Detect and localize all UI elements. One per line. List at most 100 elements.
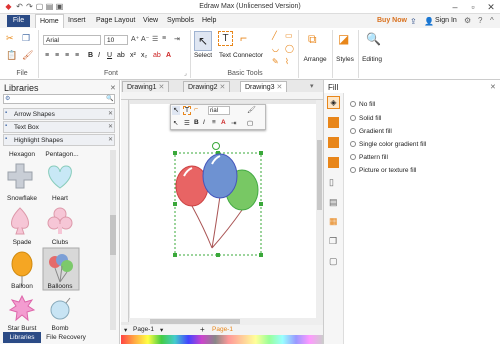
canvas-vertical-scrollbar[interactable] (316, 100, 323, 322)
collapse-ribbon-icon[interactable]: ^ (490, 16, 494, 25)
page-tab-dropdown-icon[interactable]: ▾ (160, 326, 163, 334)
line-tab-icon[interactable] (328, 117, 339, 128)
file-menu[interactable]: File (7, 15, 30, 27)
rectangle-tool-icon[interactable]: ▭ (285, 31, 293, 40)
justify-icon[interactable]: ≡ (75, 52, 79, 59)
pen-tool-icon[interactable]: ✎ (272, 57, 279, 66)
fill-option-no-fill[interactable]: No fill (350, 101, 375, 108)
cut-icon[interactable]: ✂ (6, 33, 14, 44)
arrange-button[interactable]: Arrange (300, 56, 330, 63)
tab-drawing2[interactable]: Drawing2 ✕ (183, 81, 231, 92)
fill-tab-icon[interactable]: ◈ (327, 96, 340, 109)
paste-icon[interactable]: 📋 (6, 50, 17, 61)
tab-view[interactable]: View (139, 14, 162, 28)
tab-drawing3[interactable]: Drawing3 ✕ (240, 81, 288, 92)
history-tab-icon[interactable]: ▢ (329, 256, 338, 267)
minimize-button[interactable]: – (448, 1, 462, 13)
canvas-hscroll-thumb[interactable] (150, 319, 240, 324)
float-connector-icon[interactable]: ⌐ (194, 106, 198, 113)
text-tool-icon[interactable]: T (218, 31, 233, 46)
arc-tool-icon[interactable]: ◡ (272, 44, 279, 53)
page-tab[interactable]: Page-1 (133, 326, 154, 333)
category-close-icon[interactable]: ✕ (108, 110, 113, 117)
float-line-spacing-icon[interactable]: ☰ (184, 119, 190, 127)
undo-icon[interactable]: ↶ (15, 2, 24, 11)
category-close-icon[interactable]: ✕ (108, 123, 113, 130)
redo-icon[interactable]: ↷ (25, 2, 34, 11)
select-tool-icon[interactable]: ↖ (194, 31, 212, 51)
heart-shape[interactable] (48, 165, 72, 189)
highlight-icon[interactable]: ab (153, 52, 161, 59)
buy-now-link[interactable]: Buy Now (373, 14, 411, 28)
float-select-icon[interactable]: ↖ (172, 106, 180, 115)
float-font-color-icon[interactable]: A (221, 119, 226, 126)
select-tool-label[interactable]: Select (190, 52, 216, 59)
tab-symbols[interactable]: Symbols (163, 14, 198, 28)
data-tab-icon[interactable]: ▦ (329, 216, 338, 227)
star-burst-shape[interactable] (8, 294, 36, 322)
radio-icon[interactable] (350, 167, 356, 173)
float-align-icon[interactable]: ≡ (212, 119, 216, 126)
font-size-select[interactable]: 10 (104, 35, 128, 45)
fill-option-pattern[interactable]: Pattern fill (350, 154, 388, 161)
fill-panel-close-icon[interactable]: ✕ (490, 83, 496, 91)
float-pointer-icon[interactable]: ↖ (173, 119, 178, 127)
panel-close-icon[interactable]: ✕ (110, 84, 116, 92)
category-text-box[interactable]: Text Box (3, 121, 115, 133)
radio-icon[interactable] (350, 101, 356, 107)
line-spacing-icon[interactable]: ☰ (152, 35, 158, 43)
tab-list-icon[interactable]: ▾ (310, 82, 314, 90)
superscript-icon[interactable]: x² (130, 52, 136, 59)
search-icon[interactable]: 🔍 (106, 95, 113, 102)
tab-help[interactable]: Help (198, 14, 220, 28)
strikethrough-icon[interactable]: ab (117, 52, 125, 59)
radio-icon[interactable] (350, 154, 356, 160)
canvas-vscroll-thumb[interactable] (317, 140, 322, 210)
float-format-painter-icon[interactable]: 🖌 (247, 106, 256, 114)
float-italic-icon[interactable]: I (203, 119, 205, 126)
radio-icon[interactable] (350, 128, 356, 134)
maximize-button[interactable]: ▫ (466, 1, 480, 13)
float-font-select[interactable]: rial (208, 106, 230, 115)
font-shrink-icon[interactable]: A⁻ (141, 35, 149, 43)
arrange-icon[interactable]: ⧉ (308, 32, 317, 47)
ellipse-tool-icon[interactable]: ◯ (285, 44, 294, 53)
fill-option-picture[interactable]: Picture or texture fill (350, 167, 416, 174)
help-icon[interactable]: ? (478, 16, 482, 25)
align-center-icon[interactable]: ≡ (55, 52, 59, 59)
tab-insert[interactable]: Insert (64, 14, 90, 28)
clubs-shape[interactable] (47, 207, 73, 234)
new-icon[interactable]: ▢ (35, 2, 44, 11)
rotate-handle[interactable] (212, 142, 220, 150)
save-icon[interactable]: ▣ (55, 2, 64, 11)
find-icon[interactable]: 🔍 (366, 32, 381, 46)
page-setup-tab-icon[interactable]: ▯ (329, 177, 334, 188)
radio-icon[interactable] (350, 141, 356, 147)
fill-option-solid[interactable]: Solid fill (350, 115, 381, 122)
snowflake-shape[interactable] (7, 163, 33, 189)
settings-icon[interactable]: ⚙ (464, 16, 471, 25)
page-tab-active[interactable]: Page-1 (212, 326, 233, 333)
properties-tab-icon[interactable]: ▤ (329, 197, 338, 208)
font-dialog-launcher-icon[interactable]: ⌟ (184, 70, 187, 77)
font-name-select[interactable]: Arial (43, 35, 101, 45)
share-icon[interactable]: ⇪ (410, 17, 417, 26)
italic-icon[interactable]: I (98, 52, 100, 59)
balloons-drawing[interactable] (170, 148, 266, 260)
tab-home[interactable]: Home (35, 14, 64, 28)
tab-file-recovery[interactable]: File Recovery (44, 332, 88, 343)
category-highlight-shapes[interactable]: Highlight Shapes (3, 134, 115, 146)
open-icon[interactable]: ▤ (45, 2, 54, 11)
float-indent-icon[interactable]: ⇥ (231, 119, 236, 127)
editing-button[interactable]: Editing (360, 56, 384, 63)
add-page-icon[interactable]: + (200, 325, 205, 334)
category-arrow-shapes[interactable]: Arrow Shapes (3, 108, 115, 120)
shadow-tab-icon[interactable] (328, 137, 339, 148)
bold-icon[interactable]: B (88, 52, 93, 59)
library-search-input[interactable] (3, 94, 115, 104)
balloon-shape[interactable] (11, 251, 33, 286)
tab-page-layout[interactable]: Page Layout (92, 14, 139, 28)
color-palette[interactable] (121, 335, 323, 344)
indent-icon[interactable]: ⇥ (174, 35, 180, 43)
font-grow-icon[interactable]: A⁺ (131, 35, 139, 43)
